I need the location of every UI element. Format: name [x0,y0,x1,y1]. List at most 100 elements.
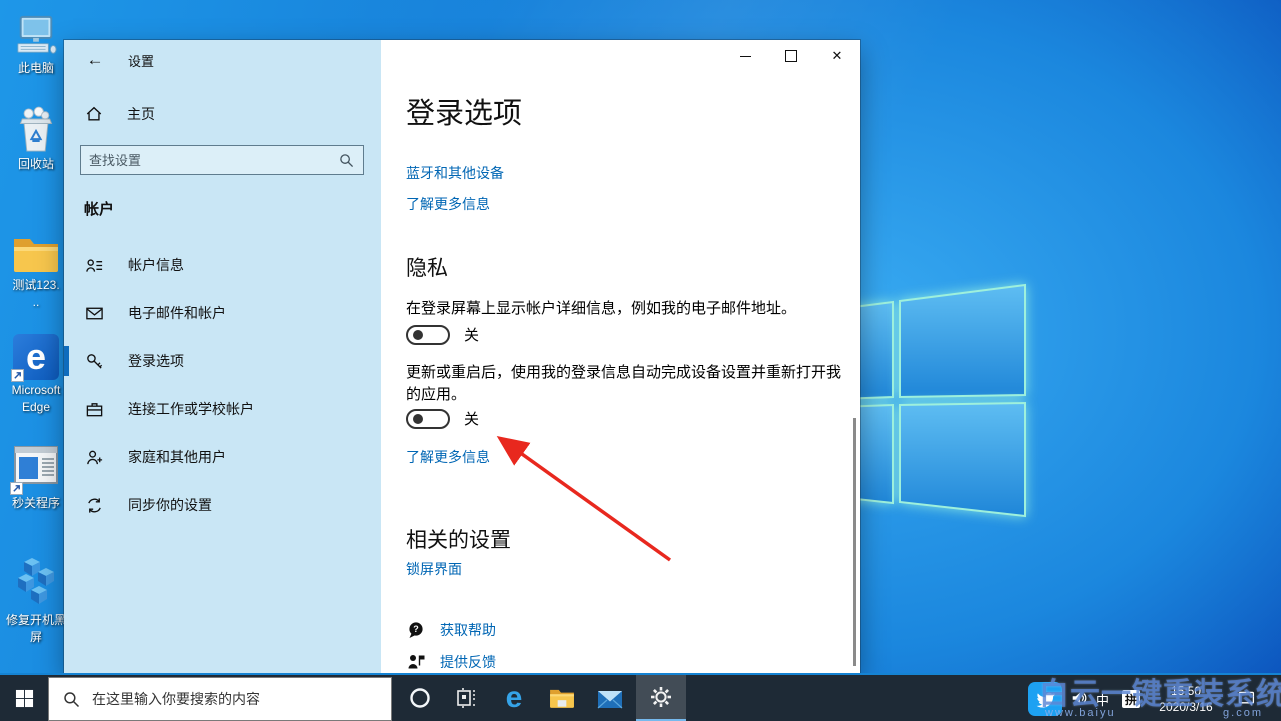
taskbar-clock[interactable]: 15:50 2020/3/16 [1146,683,1226,715]
desktop-icon-label: 此电脑 [18,61,54,75]
toggle-state-label: 关 [464,408,479,429]
get-help-link[interactable]: 获取帮助 [440,620,496,640]
sidebar-item-work-school[interactable]: 连接工作或学校帐户 [64,389,381,429]
settings-search-input[interactable] [81,153,339,168]
edge-icon: e [13,334,59,380]
sidebar-item-label: 登录选项 [128,351,184,371]
link-bluetooth-devices[interactable]: 蓝牙和其他设备 [406,163,504,183]
sidebar-item-home[interactable]: 主页 [64,98,381,130]
sidebar-item-family-users[interactable]: 家庭和其他用户 [64,437,381,477]
minimize-button[interactable] [722,40,768,72]
desktop-icon-label: Microsoft [12,383,61,397]
link-lock-screen[interactable]: 锁屏界面 [406,559,462,579]
registry-cubes-icon [11,550,61,610]
toggle-row-restart-apps: 关 [406,408,479,429]
desktop-icon-folder-test123[interactable]: 测试123. .. [0,233,72,309]
desktop-icon-this-pc[interactable]: 此电脑 [0,14,72,75]
sync-icon [85,496,104,515]
desktop-icon-recycle-bin[interactable]: 回收站 [0,106,72,171]
page-title: 登录选项 [406,90,522,132]
sidebar-item-label: 主页 [127,104,155,124]
clock-date: 2020/3/16 [1146,699,1226,715]
taskbar-edge-button[interactable]: e [492,675,536,721]
maximize-button[interactable] [768,40,814,72]
mail-button[interactable] [588,675,632,721]
sidebar-item-email-accounts[interactable]: 电子邮件和帐户 [64,293,381,333]
help-bubble-icon: ? [406,620,426,640]
sidebar-item-signin-options[interactable]: 登录选项 [64,341,381,381]
give-feedback-row[interactable]: 提供反馈 [406,652,496,672]
sidebar-item-label: 连接工作或学校帐户 [128,399,254,419]
gear-icon [649,685,673,709]
desktop-icon-fix-black-screen[interactable]: 修复开机黑 屏 [0,550,72,644]
cortana-button[interactable] [398,675,442,721]
sidebar-item-label: 帐户信息 [128,255,184,275]
windows-logo-icon [15,689,34,708]
shortcut-arrow-icon [10,482,23,495]
mail-icon [597,688,623,709]
task-view-icon [454,686,478,710]
sidebar-nav: 帐户信息 电子邮件和帐户 登录选项 [64,245,381,533]
person-add-icon [85,448,104,467]
shortcut-arrow-icon [11,369,24,382]
ime-mode-indicator[interactable]: 拼 [1122,690,1140,708]
this-pc-icon [13,14,59,58]
toggle-row-show-account-details: 关 [406,324,479,345]
cortana-icon [408,686,432,710]
speaker-icon [1070,689,1088,707]
desktop-icon-label-line2: .. [33,295,40,309]
link-learn-more-top[interactable]: 了解更多信息 [406,194,490,214]
desktop-icon-quick-shutdown[interactable]: 秒关程序 [0,444,72,510]
taskbar-settings-button[interactable] [636,675,686,721]
privacy-setting2-text: 更新或重启后，使用我的登录信息自动完成设备设置并重新打开我的应用。 [406,362,851,406]
taskbar-search-input[interactable] [92,691,391,707]
ime-language-indicator[interactable]: 中 [1096,690,1109,709]
taskbar: e [0,673,1281,721]
desktop-icon-label-line2: Edge [22,400,50,414]
volume-tray-icon[interactable] [1066,675,1092,721]
window-title: 设置 [128,51,154,70]
desktop-icon-label: 测试123. [12,278,59,292]
scrollbar-thumb[interactable] [853,418,856,666]
home-icon [85,105,103,123]
toggle-restart-apps[interactable] [406,409,450,429]
search-icon [339,153,354,168]
contact-card-icon [85,256,104,275]
settings-search-box[interactable] [80,145,364,175]
sidebar-item-label: 家庭和其他用户 [128,447,226,467]
desktop-screen: 此电脑 回收站 测试123. .. e Microsoft [0,0,1281,721]
desktop-icon-label: 秒关程序 [12,496,60,510]
back-button[interactable]: ← [78,46,112,74]
start-button[interactable] [0,675,48,721]
give-feedback-link[interactable]: 提供反馈 [440,652,496,672]
briefcase-icon [85,400,104,419]
notification-icon [1237,689,1256,708]
related-settings-header: 相关的设置 [406,524,511,554]
desktop-icon-edge[interactable]: e Microsoft Edge [0,334,72,414]
toggle-show-account-details[interactable] [406,325,450,345]
action-center-button[interactable] [1228,675,1264,721]
clock-time: 15:50 [1146,683,1226,699]
desktop-icon-label: 回收站 [18,157,54,171]
get-help-row[interactable]: ? 获取帮助 [406,620,496,640]
folder-icon [549,687,575,709]
recycle-bin-icon [14,106,58,154]
settings-sidebar: ← 设置 主页 帐户 [64,40,381,673]
settings-main-panel: 登录选项 蓝牙和其他设备 了解更多信息 隐私 在登录屏幕上显示帐户详细信息，例如… [381,40,860,673]
sidebar-item-your-info[interactable]: 帐户信息 [64,245,381,285]
sidebar-section-accounts: 帐户 [84,198,114,219]
taskbar-search-box[interactable] [48,677,392,721]
twitter-tray-icon[interactable] [1028,682,1062,716]
twitter-bird-icon [1035,689,1055,709]
folder-icon [12,233,60,275]
sidebar-item-sync-settings[interactable]: 同步你的设置 [64,485,381,525]
link-learn-more-privacy[interactable]: 了解更多信息 [406,447,490,467]
settings-window: ← 设置 主页 帐户 [64,40,860,673]
close-button[interactable]: ✕ [814,40,860,72]
envelope-icon [85,304,104,323]
task-view-button[interactable] [444,675,488,721]
sidebar-item-label: 同步你的设置 [128,495,212,515]
desktop-icon-label: 修复开机黑 [6,613,66,627]
file-explorer-button[interactable] [540,675,584,721]
toggle-state-label: 关 [464,324,479,345]
